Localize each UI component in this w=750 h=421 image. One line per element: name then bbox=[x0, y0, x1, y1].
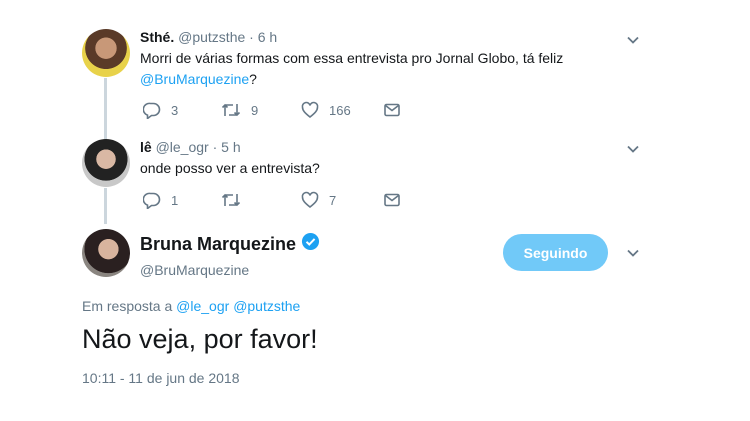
dm-button[interactable] bbox=[383, 101, 401, 119]
author-name[interactable]: Sthé. bbox=[140, 29, 174, 45]
mention-link[interactable]: @putzsthe bbox=[233, 298, 300, 314]
tweet-text-line: @BruMarquezine? bbox=[140, 69, 563, 90]
like-button[interactable]: 166 bbox=[301, 101, 351, 119]
author-handle[interactable]: @le_ogr bbox=[156, 139, 209, 155]
tweet-text: onde posso ver a entrevista? bbox=[140, 160, 320, 176]
reply-count: 3 bbox=[171, 102, 179, 118]
retweet-count: 9 bbox=[251, 102, 259, 118]
author-name[interactable]: lê bbox=[140, 139, 152, 155]
tweet-time[interactable]: · 5 h bbox=[213, 139, 241, 155]
tweet-text: Morri de várias formas com essa entrevis… bbox=[140, 48, 563, 90]
heart-icon bbox=[301, 101, 319, 119]
retweet-button[interactable] bbox=[221, 191, 251, 209]
heart-icon bbox=[301, 191, 319, 209]
mention-link[interactable]: @BruMarquezine bbox=[140, 71, 249, 87]
avatar[interactable] bbox=[82, 139, 130, 187]
envelope-icon bbox=[383, 191, 401, 209]
main-tweet-header: Bruna Marquezine @BruMarquezine bbox=[140, 232, 320, 278]
author-name-row: Bruna Marquezine bbox=[140, 232, 320, 256]
chevron-down-icon[interactable] bbox=[626, 33, 640, 47]
author-handle[interactable]: @BruMarquezine bbox=[140, 262, 320, 278]
tweet-timestamp[interactable]: 10:11 - 11 de jun de 2018 bbox=[82, 370, 240, 386]
tweet-text-line: Morri de várias formas com essa entrevis… bbox=[140, 50, 564, 66]
reply-count: 1 bbox=[171, 192, 179, 208]
author-handle[interactable]: @putzsthe bbox=[178, 29, 245, 45]
chevron-down-icon[interactable] bbox=[626, 142, 640, 156]
chevron-down-icon[interactable] bbox=[626, 246, 640, 260]
mention-link[interactable]: @le_ogr bbox=[176, 298, 229, 314]
dm-button[interactable] bbox=[383, 191, 401, 209]
retweet-icon bbox=[221, 191, 241, 209]
tweet-time[interactable]: · 6 h bbox=[249, 29, 277, 45]
thread-line bbox=[104, 78, 107, 140]
main-tweet-text: Não veja, por favor! bbox=[82, 324, 318, 354]
thread-line bbox=[104, 188, 107, 224]
following-button[interactable]: Seguindo bbox=[503, 234, 608, 271]
verified-badge-icon bbox=[301, 232, 320, 256]
reply-icon bbox=[143, 191, 161, 209]
avatar[interactable] bbox=[82, 29, 130, 77]
reply-button[interactable]: 3 bbox=[143, 101, 178, 119]
retweet-icon bbox=[221, 101, 241, 119]
envelope-icon bbox=[383, 101, 401, 119]
avatar[interactable] bbox=[82, 229, 130, 277]
like-button[interactable]: 7 bbox=[301, 191, 336, 209]
author-name[interactable]: Bruna Marquezine bbox=[140, 234, 296, 255]
tweet-header: Sthé. @putzsthe · 6 h bbox=[140, 29, 277, 45]
reply-icon bbox=[143, 101, 161, 119]
reply-context: Em resposta a @le_ogr @putzsthe bbox=[82, 298, 300, 314]
retweet-button[interactable]: 9 bbox=[221, 101, 258, 119]
reply-prefix: Em resposta a bbox=[82, 298, 173, 314]
tweet-header: lê @le_ogr · 5 h bbox=[140, 139, 241, 155]
like-count: 7 bbox=[329, 192, 337, 208]
tweet-text-suffix: ? bbox=[249, 71, 257, 87]
like-count: 166 bbox=[329, 102, 351, 118]
reply-button[interactable]: 1 bbox=[143, 191, 178, 209]
